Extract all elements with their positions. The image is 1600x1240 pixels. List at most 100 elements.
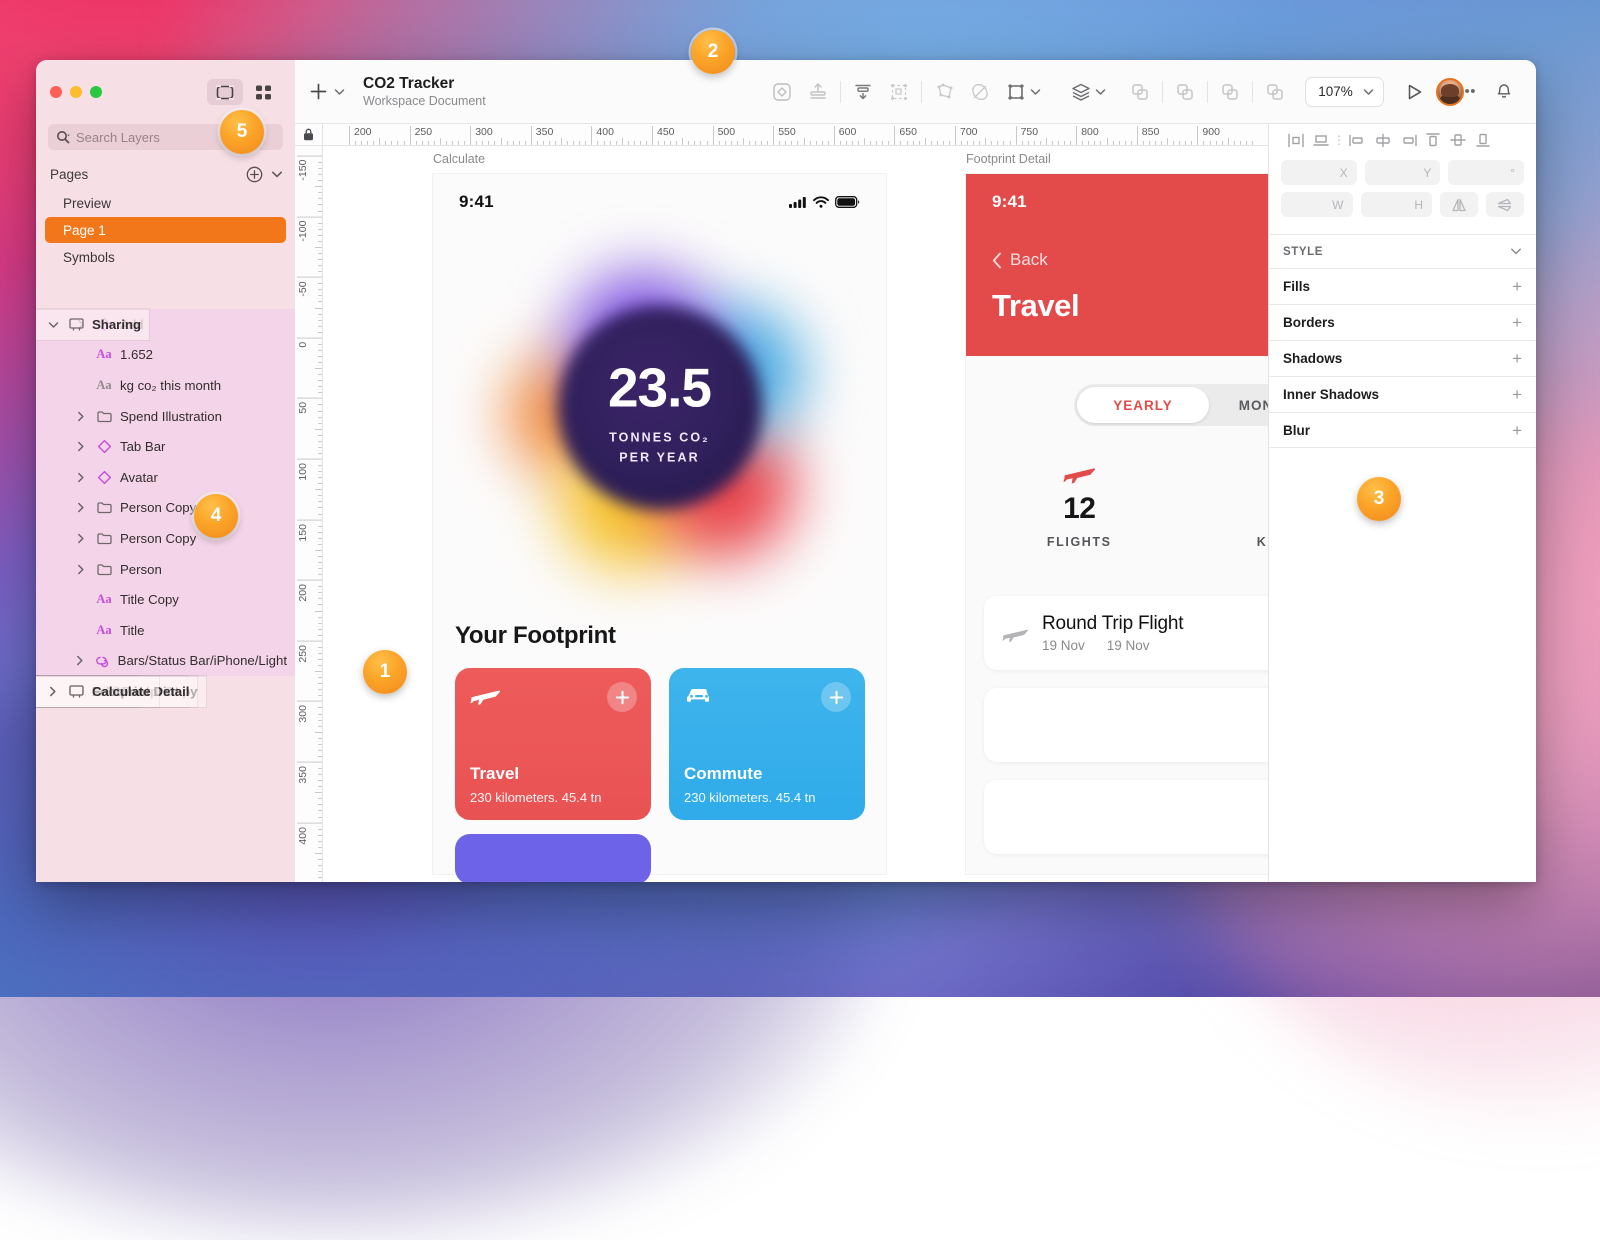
list-item[interactable]: Round Trip Flight 19 Nov 19 Nov 1 [984, 596, 1268, 670]
align-middle-button[interactable] [1308, 128, 1333, 152]
period-segmented-control[interactable]: YEARLY MONTHLY [1074, 384, 1268, 426]
artboard-label-footprint-detail[interactable]: Footprint Detail [966, 152, 1051, 166]
artboard-label-calculate[interactable]: Calculate [433, 152, 485, 166]
layers-button[interactable] [1063, 75, 1099, 109]
layer-disclosure-toggle[interactable] [46, 686, 60, 697]
resize-button[interactable] [998, 75, 1034, 109]
align-bottom-edge-button[interactable] [1470, 128, 1495, 152]
align-edge-right-button[interactable] [1395, 128, 1420, 152]
grid-view-button[interactable] [245, 79, 281, 105]
add-style-property-button[interactable]: + [1512, 350, 1522, 367]
layer-row[interactable]: Tab Bar [36, 431, 295, 462]
layer-label: Spend Illustration [120, 409, 222, 424]
notifications-button[interactable] [1486, 75, 1522, 109]
pages-collapse-chevron-icon[interactable] [271, 170, 283, 179]
layer-disclosure-toggle[interactable] [74, 472, 88, 483]
account-area[interactable]: ••• [1436, 78, 1476, 106]
y-field[interactable]: Y [1365, 160, 1441, 185]
component-tool-button[interactable] [764, 75, 800, 109]
layer-disclosure-toggle[interactable] [74, 411, 88, 422]
align-left-button[interactable] [1283, 128, 1308, 152]
align-vertical-center-button[interactable] [1445, 128, 1470, 152]
layer-disclosure-toggle[interactable] [74, 441, 88, 452]
resize-dropdown-caret[interactable] [1030, 83, 1041, 101]
layer-row[interactable]: Person Copy [36, 493, 295, 524]
layer-row[interactable]: Person [36, 554, 295, 585]
zoom-level-select[interactable]: 107% [1305, 77, 1384, 107]
minimize-window-button[interactable] [70, 86, 82, 98]
layer-row[interactable]: Spend Illustration [36, 401, 295, 432]
canvas-view-button[interactable] [207, 79, 243, 105]
ruler-minor-tick [318, 465, 323, 466]
segment-yearly[interactable]: YEARLY [1077, 387, 1209, 423]
back-button[interactable]: Back [992, 250, 1268, 270]
difference-button[interactable] [1257, 75, 1293, 109]
design-canvas[interactable]: Calculate 9:41 [323, 146, 1268, 882]
intersect-button[interactable] [1212, 75, 1248, 109]
flip-vertical-button[interactable] [1486, 192, 1524, 217]
layers-dropdown-caret[interactable] [1095, 83, 1106, 101]
width-field[interactable]: W [1281, 192, 1353, 217]
layer-disclosure-toggle[interactable] [46, 321, 60, 329]
card-partial-next[interactable] [455, 834, 651, 882]
add-page-button[interactable] [246, 166, 263, 183]
subtract-button[interactable] [1167, 75, 1203, 109]
layer-row[interactable]: Person Copy [36, 523, 295, 554]
page-item-page-1[interactable]: Page 1 [45, 217, 286, 243]
segment-monthly[interactable]: MONTHLY [1209, 387, 1268, 423]
add-travel-button[interactable] [607, 682, 637, 712]
page-item-preview[interactable]: Preview [45, 190, 286, 216]
align-top-button[interactable] [1420, 128, 1445, 152]
union-button[interactable] [1122, 75, 1158, 109]
layer-disclosure-toggle[interactable] [74, 655, 87, 666]
style-section-chevron[interactable] [1510, 243, 1522, 261]
align-center-horizontal-button[interactable] [1370, 128, 1395, 152]
card-travel[interactable]: Travel 230 kilometers. 45.4 tn [455, 668, 651, 820]
artboard-footprint-detail[interactable]: 9:41 Back Travel YEARLY [966, 174, 1268, 874]
align-bottom-button[interactable] [845, 75, 881, 109]
layer-row[interactable]: Bars/Status Bar/iPhone/Light [36, 646, 295, 677]
x-field[interactable]: X [1281, 160, 1357, 185]
preview-play-button[interactable] [1396, 75, 1432, 109]
close-window-button[interactable] [50, 86, 62, 98]
layer-disclosure-toggle[interactable] [74, 533, 88, 544]
group-select-button[interactable] [881, 75, 917, 109]
flip-horizontal-button[interactable] [1440, 192, 1478, 217]
add-style-property-button[interactable]: + [1512, 386, 1522, 403]
layer-row[interactable]: Aakg co₂ this month [36, 370, 295, 401]
list-item[interactable] [984, 780, 1268, 854]
horizontal-ruler[interactable]: 2002503003504004505005506006507007508008… [295, 124, 1268, 146]
card-commute[interactable]: Commute 230 kilometers. 45.4 tn [669, 668, 865, 820]
add-commute-button[interactable] [821, 682, 851, 712]
align-edge-left-button[interactable] [1345, 128, 1370, 152]
layer-type-icon [95, 563, 113, 576]
height-field[interactable]: H [1361, 192, 1433, 217]
vertical-ruler[interactable]: -150-100-50050100150200250300350400 [295, 146, 323, 882]
style-section-header[interactable]: STYLE [1269, 234, 1536, 268]
ruler-minor-tick [318, 380, 323, 381]
view-mode-toggle[interactable] [207, 79, 281, 105]
add-style-property-button[interactable]: + [1512, 422, 1522, 439]
add-style-property-button[interactable]: + [1512, 314, 1522, 331]
layer-row[interactable]: AaTitle [36, 615, 295, 646]
layer-disclosure-toggle[interactable] [74, 502, 88, 513]
window-traffic-lights[interactable] [50, 86, 102, 98]
layer-row[interactable]: Aa1.652 [36, 340, 295, 371]
list-item[interactable] [984, 688, 1268, 762]
layer-row[interactable]: Avatar [36, 462, 295, 493]
avatar[interactable] [1436, 78, 1464, 106]
page-item-symbols[interactable]: Symbols [45, 244, 286, 270]
layer-disclosure-toggle[interactable] [74, 564, 88, 575]
transform-button[interactable] [926, 75, 962, 109]
add-style-property-button[interactable]: + [1512, 278, 1522, 295]
artboard-calculate[interactable]: 9:41 [433, 174, 886, 874]
distribute-vertical-button[interactable] [800, 75, 836, 109]
mask-button[interactable] [962, 75, 998, 109]
layer-row[interactable]: Calculate [36, 676, 159, 707]
layer-row[interactable]: AaTitle Copy [36, 584, 295, 615]
rotation-field[interactable]: ° [1448, 160, 1524, 185]
insert-menu[interactable] [309, 82, 345, 101]
maximize-window-button[interactable] [90, 86, 102, 98]
ruler-minor-tick [318, 198, 323, 199]
layer-row[interactable]: Sharing [36, 309, 149, 340]
